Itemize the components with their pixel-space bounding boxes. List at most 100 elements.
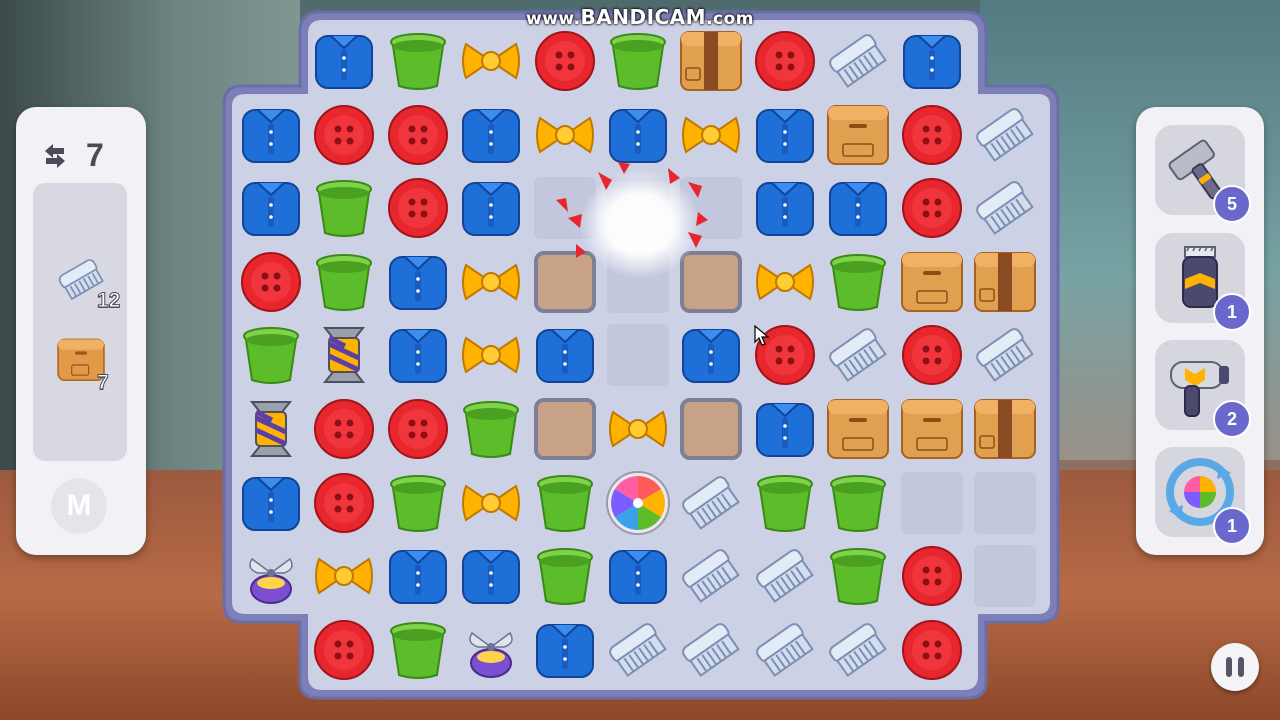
tile-white-comb[interactable] (972, 322, 1038, 388)
tile-cardboard-box[interactable] (899, 396, 965, 462)
tile-blue-shirt[interactable] (605, 543, 671, 609)
tile-blue-shirt[interactable] (385, 249, 451, 315)
red-button-icon (902, 546, 962, 606)
tile-yellow-bow[interactable] (458, 249, 524, 315)
tile-white-comb[interactable] (972, 102, 1038, 168)
tile-green-cup[interactable] (385, 470, 451, 536)
tile-blue-shirt[interactable] (238, 102, 304, 168)
tile-blue-shirt[interactable] (605, 102, 671, 168)
tile-blue-shirt[interactable] (458, 543, 524, 609)
tile-cardboard-box[interactable] (825, 396, 891, 462)
blue-shirt-icon (756, 182, 814, 236)
tile-white-comb[interactable] (972, 175, 1038, 241)
tile-red-button[interactable] (385, 396, 451, 462)
tile-empty-slot[interactable] (678, 396, 744, 462)
tile-yellow-bow[interactable] (458, 28, 524, 94)
pause-button[interactable] (1211, 643, 1259, 691)
tile-vertical-rocket[interactable] (238, 396, 304, 462)
tile-white-comb[interactable] (825, 322, 891, 388)
tile-white-comb[interactable] (678, 617, 744, 683)
tile-white-comb[interactable] (752, 617, 818, 683)
tile-green-cup[interactable] (385, 617, 451, 683)
tile-green-cup[interactable] (825, 470, 891, 536)
tile-yellow-bow[interactable] (678, 102, 744, 168)
tile-blue-shirt[interactable] (825, 175, 891, 241)
tile-red-button[interactable] (311, 396, 377, 462)
empty-cell-icon (974, 472, 1036, 534)
tile-blue-shirt[interactable] (752, 175, 818, 241)
tile-yellow-bow[interactable] (311, 543, 377, 609)
tile-red-button[interactable] (899, 322, 965, 388)
tile-green-cup[interactable] (311, 175, 377, 241)
tile-blue-shirt[interactable] (385, 322, 451, 388)
tile-blue-shirt[interactable] (752, 102, 818, 168)
shuffle-booster-button[interactable]: 1 (1155, 447, 1251, 545)
tile-red-button[interactable] (899, 102, 965, 168)
tile-red-button[interactable] (238, 249, 304, 315)
tile-blue-shirt[interactable] (458, 102, 524, 168)
tile-red-button[interactable] (311, 617, 377, 683)
tile-yellow-bow[interactable] (605, 396, 671, 462)
tile-taped-box[interactable] (972, 396, 1038, 462)
tile-blue-shirt[interactable] (311, 28, 377, 94)
tile-white-comb[interactable] (605, 617, 671, 683)
tile-empty-slot[interactable] (532, 396, 598, 462)
tile-red-button[interactable] (899, 617, 965, 683)
tile-taped-box[interactable] (678, 28, 744, 94)
tile-blue-shirt[interactable] (532, 617, 598, 683)
tile-cardboard-box[interactable] (899, 249, 965, 315)
tile-blue-shirt[interactable] (752, 396, 818, 462)
tile-yellow-bow[interactable] (458, 322, 524, 388)
tile-blue-shirt[interactable] (532, 322, 598, 388)
tile-green-cup[interactable] (825, 249, 891, 315)
clipper-booster-button[interactable]: 1 (1155, 233, 1251, 331)
propeller-icon (469, 631, 513, 678)
tile-green-cup[interactable] (532, 470, 598, 536)
tile-blue-shirt[interactable] (678, 322, 744, 388)
hammer-booster-button[interactable]: 5 (1155, 125, 1251, 223)
propeller-icon (249, 557, 293, 604)
tile-green-cup[interactable] (605, 28, 671, 94)
tile-green-cup[interactable] (825, 543, 891, 609)
tile-blue-shirt[interactable] (899, 28, 965, 94)
tile-white-comb[interactable] (825, 617, 891, 683)
tile-white-comb[interactable] (678, 470, 744, 536)
dryer-booster-button[interactable]: 2 (1155, 340, 1251, 438)
tile-green-cup[interactable] (311, 249, 377, 315)
tile-yellow-bow[interactable] (458, 470, 524, 536)
tile-white-comb[interactable] (825, 28, 891, 94)
tile-white-comb[interactable] (752, 543, 818, 609)
tile-empty-slot[interactable] (532, 249, 598, 315)
tile-red-button[interactable] (752, 28, 818, 94)
tile-blue-shirt[interactable] (238, 175, 304, 241)
blue-shirt-icon (609, 109, 667, 163)
tile-green-cup[interactable] (458, 396, 524, 462)
tile-red-button[interactable] (532, 28, 598, 94)
tile-red-button[interactable] (385, 175, 451, 241)
tile-red-button[interactable] (311, 102, 377, 168)
tile-vertical-rocket[interactable] (311, 322, 377, 388)
tile-yellow-bow[interactable] (532, 102, 598, 168)
tile-green-cup[interactable] (532, 543, 598, 609)
tile-green-cup[interactable] (238, 322, 304, 388)
tile-taped-box[interactable] (972, 249, 1038, 315)
game-board[interactable] (0, 0, 1280, 720)
tile-red-button[interactable] (385, 102, 451, 168)
tile-green-cup[interactable] (752, 470, 818, 536)
tile-empty-slot[interactable] (678, 249, 744, 315)
tile-propeller[interactable] (458, 617, 524, 683)
tile-blue-shirt[interactable] (458, 175, 524, 241)
tile-cardboard-box[interactable] (825, 102, 891, 168)
tile-red-button[interactable] (899, 543, 965, 609)
yellow-bow-icon (609, 410, 667, 448)
tile-rainbow-candy[interactable] (605, 470, 671, 536)
tile-red-button[interactable] (899, 175, 965, 241)
empty-cell-icon (680, 177, 742, 239)
tile-yellow-bow[interactable] (752, 249, 818, 315)
tile-green-cup[interactable] (385, 28, 451, 94)
tile-propeller[interactable] (238, 543, 304, 609)
tile-blue-shirt[interactable] (238, 470, 304, 536)
tile-white-comb[interactable] (678, 543, 744, 609)
tile-blue-shirt[interactable] (385, 543, 451, 609)
tile-red-button[interactable] (311, 470, 377, 536)
